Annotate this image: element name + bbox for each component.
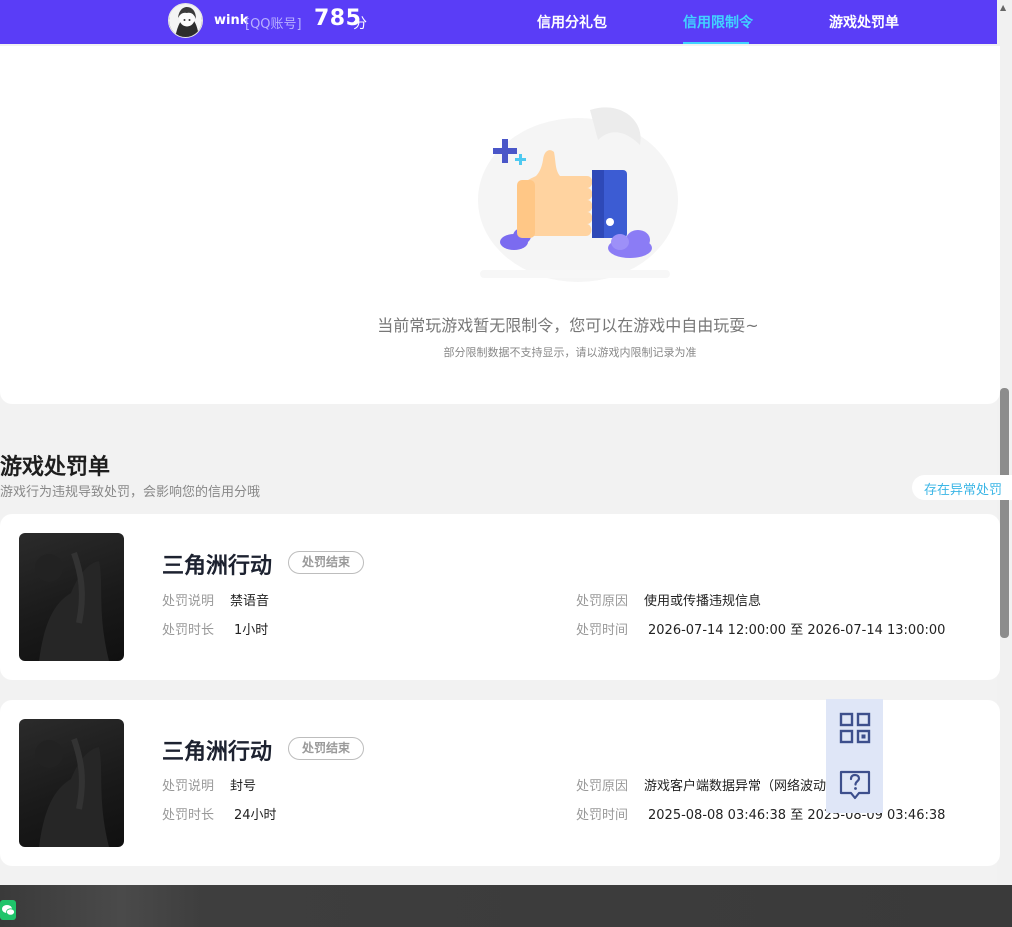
penalty-reason-label: 处罚原因 bbox=[576, 594, 629, 609]
wechat-logo-icon bbox=[2, 905, 15, 916]
penalty-time-label: 处罚时间 bbox=[576, 808, 629, 823]
account-type: [QQ账号] bbox=[245, 17, 302, 32]
qr-code-button[interactable] bbox=[826, 699, 883, 756]
penalty-game-name: 三角洲行动 bbox=[162, 554, 273, 579]
avatar[interactable] bbox=[168, 3, 203, 38]
tab-credit-restriction[interactable]: 信用限制令 bbox=[683, 12, 753, 32]
scrollbar-thumb[interactable] bbox=[1000, 388, 1009, 638]
penalty-desc-value: 禁语音 bbox=[230, 594, 270, 609]
penalty-reason-value: 使用或传播违规信息 bbox=[644, 594, 762, 609]
penalty-desc-value: 封号 bbox=[230, 779, 257, 794]
game-cover-image bbox=[19, 533, 124, 661]
help-button[interactable] bbox=[826, 756, 883, 813]
empty-state-subtitle: 部分限制数据不支持显示，请以游戏内限制记录为准 bbox=[443, 346, 697, 359]
penalty-status-badge: 处罚结束 bbox=[288, 551, 365, 574]
tab-game-penalty[interactable]: 游戏处罚单 bbox=[829, 12, 899, 32]
penalty-game-name: 三角洲行动 bbox=[162, 740, 273, 765]
penalty-section-subtitle: 游戏行为违规导致处罚，会影响您的信用分哦 bbox=[0, 485, 261, 500]
penalty-reason-label: 处罚原因 bbox=[576, 779, 629, 794]
qr-code-icon bbox=[839, 712, 870, 743]
scroll-up-arrow-icon[interactable]: ▲ bbox=[1000, 3, 1006, 12]
penalty-status-badge: 处罚结束 bbox=[288, 737, 365, 760]
help-chat-icon bbox=[839, 770, 870, 799]
credit-score-unit: 分 bbox=[353, 16, 367, 32]
penalty-time-value: 2026-07-14 12:00:00 至 2026-07-14 13:00:0… bbox=[648, 623, 946, 638]
tab-credit-gift[interactable]: 信用分礼包 bbox=[537, 12, 607, 32]
empty-state-title: 当前常玩游戏暂无限制令，您可以在游戏中自由玩耍~ bbox=[377, 316, 759, 335]
avatar-image-icon bbox=[169, 4, 202, 37]
penalty-section-title: 游戏处罚单 bbox=[0, 455, 111, 480]
abnormal-penalty-button[interactable]: 存在异常处罚 bbox=[912, 475, 1012, 500]
penalty-duration-label: 处罚时长 bbox=[162, 808, 215, 823]
penalty-duration-value: 1小时 bbox=[234, 623, 269, 638]
top-nav-bar: wink [QQ账号] 785 分 信用分礼包 信用限制令 游戏处罚单 bbox=[0, 0, 997, 44]
thumbs-up-illustration-icon bbox=[478, 107, 678, 282]
penalty-duration-value: 24小时 bbox=[234, 808, 277, 823]
penalty-desc-label: 处罚说明 bbox=[162, 779, 215, 794]
active-tab-underline bbox=[683, 42, 749, 44]
penalty-card[interactable]: 三角洲行动 处罚结束 处罚说明 禁语音 处罚时长 1小时 处罚原因 使用或传播违… bbox=[0, 514, 1000, 680]
username: wink bbox=[214, 13, 249, 28]
bottom-taskbar bbox=[0, 885, 1012, 927]
wechat-icon[interactable] bbox=[0, 900, 16, 920]
restriction-empty-card: 当前常玩游戏暂无限制令，您可以在游戏中自由玩耍~ 部分限制数据不支持显示，请以游… bbox=[0, 46, 1000, 404]
game-cover-icon bbox=[35, 552, 109, 661]
penalty-time-value: 2025-08-08 03:46:38 至 2025-08-09 03:46:3… bbox=[648, 808, 946, 823]
game-cover-image bbox=[19, 719, 124, 847]
penalty-duration-label: 处罚时长 bbox=[162, 623, 215, 638]
game-cover-icon bbox=[35, 738, 109, 847]
penalty-time-label: 处罚时间 bbox=[576, 623, 629, 638]
penalty-desc-label: 处罚说明 bbox=[162, 594, 215, 609]
